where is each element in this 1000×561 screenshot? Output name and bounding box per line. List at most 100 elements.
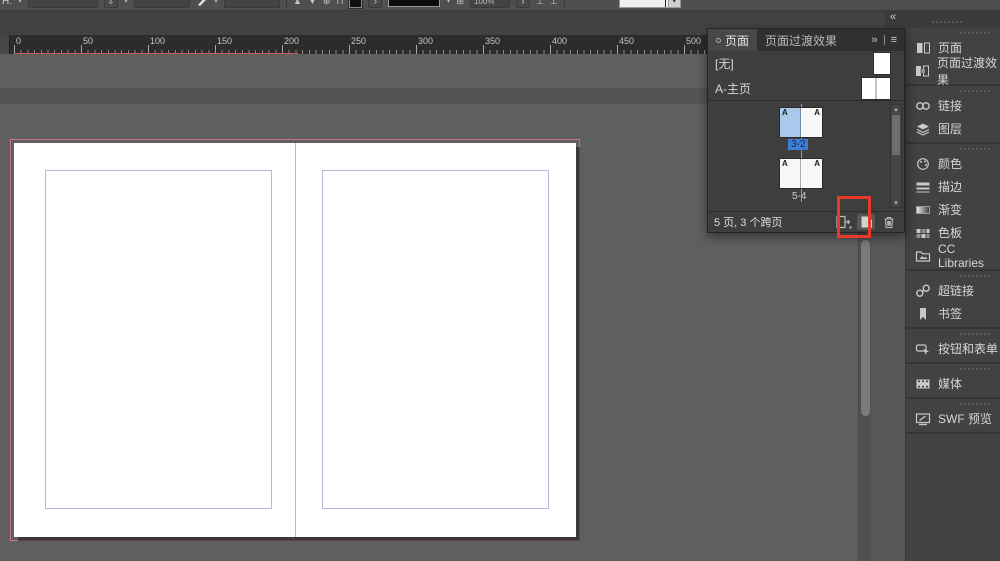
ruler-tick-label: 150	[217, 36, 232, 46]
collapse-panels-button[interactable]: «	[890, 11, 896, 23]
font-combo-box[interactable]: ▾	[619, 0, 681, 8]
master-name: [无]	[715, 55, 734, 72]
panel-group: 媒体	[906, 366, 1000, 399]
distribute-vertical-icon[interactable]: ⊓	[336, 0, 343, 7]
stroke-color-swatch[interactable]	[388, 0, 440, 7]
page-thumbnail-3[interactable]: A	[780, 108, 801, 137]
dock-item-label: 页面过渡效果	[937, 54, 1000, 88]
dock-item-links[interactable]: 链接	[906, 94, 1000, 117]
effect-select[interactable]	[224, 0, 280, 8]
ruler-tick-label: 50	[83, 36, 93, 46]
align-bottom-icon[interactable]: ▼	[308, 0, 317, 6]
scroll-down-icon[interactable]: ▾	[891, 199, 901, 207]
panel-group: 按钮和表单	[906, 331, 1000, 364]
page-thumbnails-section: A A 3-2 A A 5-4 ▴ ▾	[708, 101, 904, 212]
color-icon	[915, 157, 931, 171]
divider	[884, 35, 885, 45]
dock-item-label: 渐变	[938, 201, 962, 218]
panel-group: 页面 页面过渡效果	[906, 30, 1000, 86]
masters-section: [无] A-主页	[708, 51, 904, 101]
pages-panel-tabbar: 页面 页面过渡效果 » ≡	[708, 29, 904, 51]
hyperlinks-icon	[915, 284, 931, 298]
delete-page-button[interactable]	[880, 214, 898, 230]
spread-label-5-4[interactable]: 5-4	[789, 191, 809, 202]
dock-gripper[interactable]	[932, 19, 962, 25]
master-thumbnail-single[interactable]	[874, 53, 890, 74]
constrain-icon[interactable]: ⇩	[104, 0, 118, 8]
panel-dock: 页面 页面过渡效果 链接 图层 颜色	[905, 28, 1000, 561]
style-select[interactable]	[134, 0, 190, 8]
master-row-a[interactable]: A-主页	[708, 76, 904, 101]
ruler-origin-corner[interactable]	[0, 35, 10, 54]
h-value-field[interactable]	[28, 0, 98, 8]
dock-item-label: 书签	[938, 305, 962, 322]
opacity-icon: ⊞	[456, 0, 464, 7]
swf-preview-icon	[915, 412, 931, 426]
left-page-margin-guide	[45, 170, 272, 509]
media-icon	[915, 377, 931, 391]
zoom-expand-button[interactable]: ›	[516, 0, 530, 8]
spread-label-3-2[interactable]: 3-2	[788, 139, 808, 150]
fill-color-swatch[interactable]	[349, 0, 362, 8]
align-left-icon[interactable]: ⊥	[536, 0, 544, 7]
dock-item-media[interactable]: 媒体	[906, 372, 1000, 395]
fill-expand-button[interactable]: ›	[368, 0, 382, 8]
dock-item-bookmarks[interactable]: 书签	[906, 302, 1000, 325]
tab-pages-label: 页面	[725, 32, 749, 49]
dock-item-page-transitions[interactable]: 页面过渡效果	[906, 59, 1000, 82]
page-thumbnail-5[interactable]: A	[780, 159, 801, 188]
bookmarks-icon	[915, 307, 931, 321]
dock-item-swf-preview[interactable]: SWF 预览	[906, 407, 1000, 430]
master-row-none[interactable]: [无]	[708, 51, 904, 76]
page-thumbnail-2[interactable]: A	[801, 108, 822, 137]
indesign-app-window: H: ▾ ⇩ ▾ ▾ ▲ ▼ ⊕ ⊓ › ▾ ⊞ 100% › ⊥ ⊥ ▾	[0, 0, 1000, 561]
links-icon	[915, 99, 931, 113]
pen-icon	[196, 0, 208, 7]
dock-item-hyperlinks[interactable]: 超链接	[906, 279, 1000, 302]
panel-group: SWF 预览	[906, 401, 1000, 434]
dock-item-stroke[interactable]: 描边	[906, 175, 1000, 198]
dock-item-label: CC Libraries	[938, 242, 1000, 270]
tab-page-transitions[interactable]: 页面过渡效果	[757, 29, 845, 51]
stroke-icon	[915, 180, 931, 194]
dock-item-gradient[interactable]: 渐变	[906, 198, 1000, 221]
master-name: A-主页	[715, 80, 751, 97]
tab-pages[interactable]: 页面	[708, 29, 757, 51]
distribute-horizontal-icon[interactable]: ⊕	[323, 0, 331, 7]
tab-transitions-label: 页面过渡效果	[765, 32, 837, 49]
scroll-up-icon[interactable]: ▴	[891, 105, 901, 113]
document-spread[interactable]	[14, 143, 576, 537]
pages-panel-footer: 5 页, 3 个跨页	[708, 212, 904, 232]
dock-item-color[interactable]: 颜色	[906, 152, 1000, 175]
dock-item-cc-libraries[interactable]: CC Libraries	[906, 244, 1000, 267]
dock-item-label: 媒体	[938, 375, 962, 392]
scrollbar-thumb[interactable]	[892, 115, 900, 155]
dock-item-buttons-forms[interactable]: 按钮和表单	[906, 337, 1000, 360]
panel-menu-icon[interactable]: ≡	[891, 34, 897, 46]
align-center-icon[interactable]: ⊥	[550, 0, 558, 7]
panel-group: 超链接 书签	[906, 273, 1000, 329]
chevron-down-icon: ▾	[446, 0, 450, 5]
ruler-tick-label: 500	[686, 36, 701, 46]
page-thumbnail-4[interactable]: A	[801, 159, 822, 188]
dock-item-label: 颜色	[938, 155, 962, 172]
dock-item-layers[interactable]: 图层	[906, 117, 1000, 140]
panel-scrollbar[interactable]: ▴ ▾	[890, 104, 902, 208]
master-letter: A	[814, 108, 820, 117]
scrollbar-thumb[interactable]	[861, 240, 870, 416]
dock-item-label: 链接	[938, 97, 962, 114]
pages-panel: 页面 页面过渡效果 » ≡ [无] A-主页 A	[707, 28, 905, 233]
master-thumbnail-spread[interactable]	[862, 78, 890, 99]
zoom-level-field[interactable]: 100%	[470, 0, 510, 8]
combo-dropdown-button[interactable]: ▾	[668, 0, 680, 7]
divider	[286, 0, 287, 8]
align-top-icon[interactable]: ▲	[293, 0, 302, 6]
layers-icon	[915, 122, 931, 136]
pages-icon	[915, 41, 931, 55]
dock-item-label: SWF 预览	[938, 410, 992, 427]
expand-panel-icon[interactable]: »	[871, 34, 877, 46]
ruler-tick-label: 450	[619, 36, 634, 46]
annotation-highlight-box	[837, 196, 871, 238]
ruler-tick-label: 400	[552, 36, 567, 46]
divider	[564, 0, 565, 8]
